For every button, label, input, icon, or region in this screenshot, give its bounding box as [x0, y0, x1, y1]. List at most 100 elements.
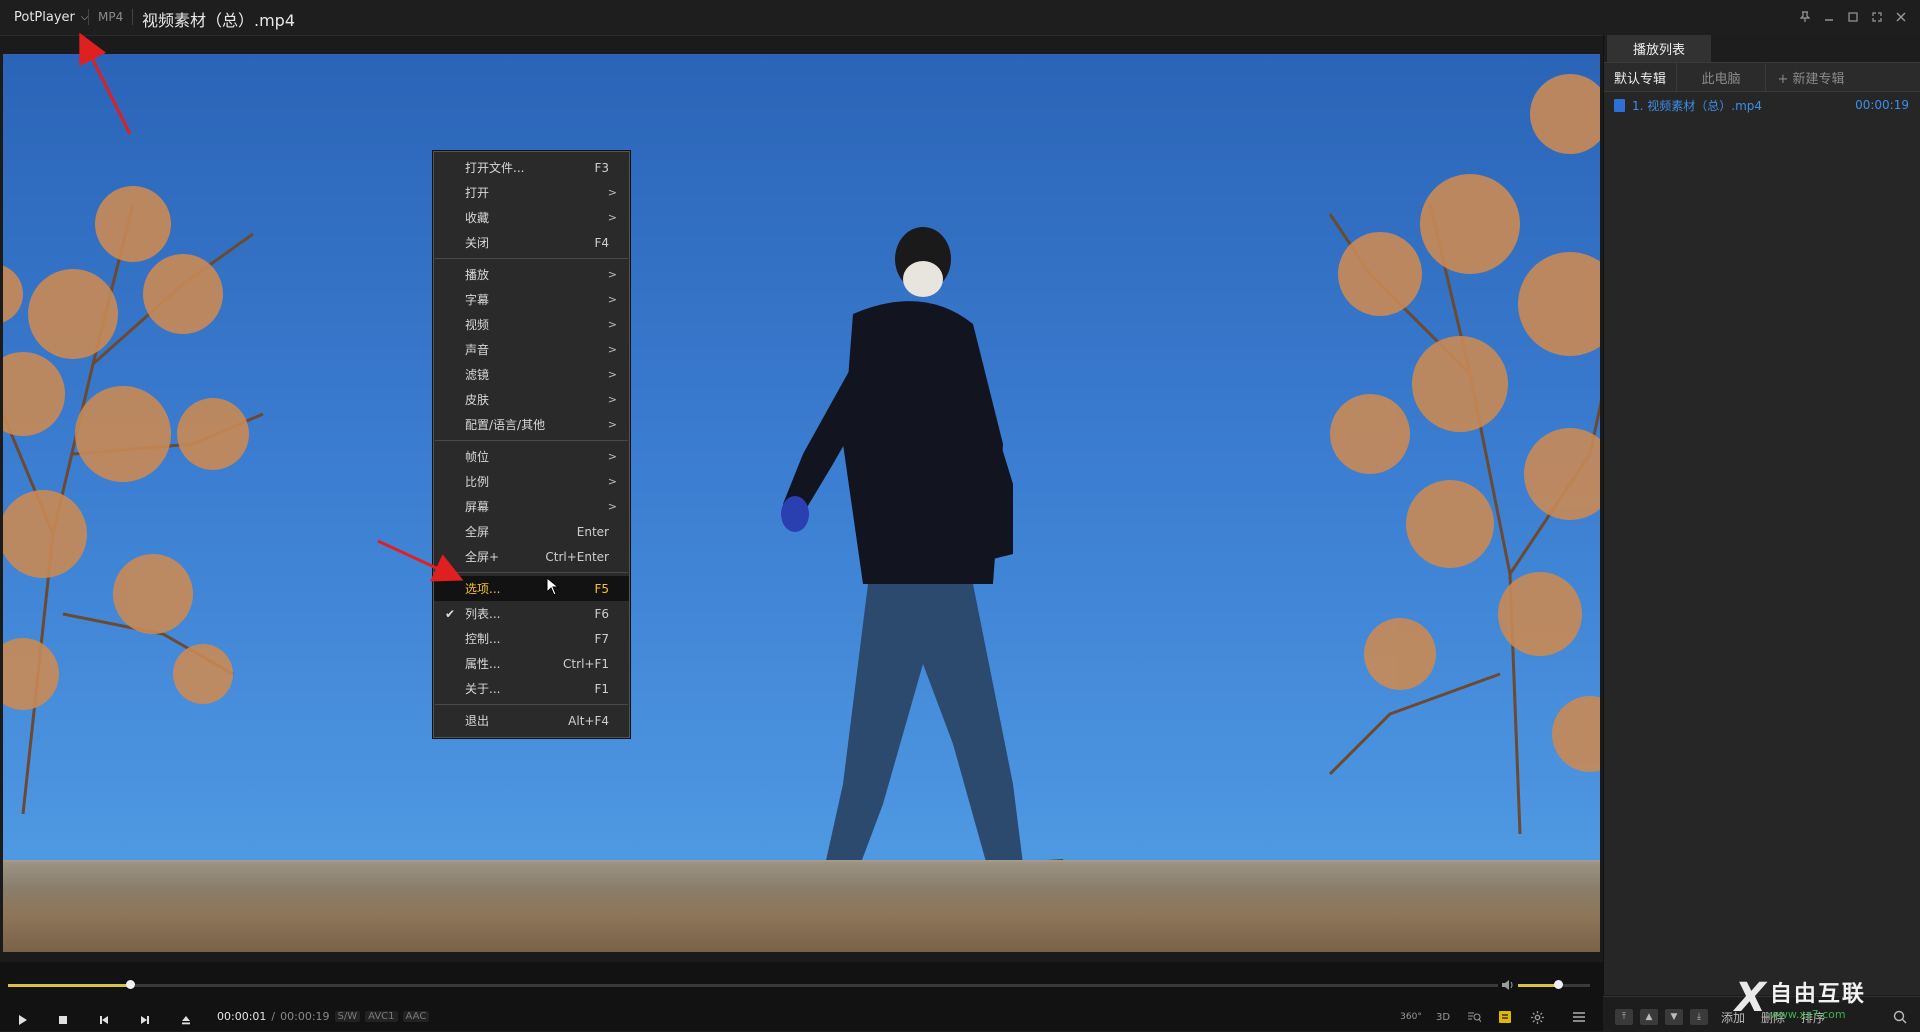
- total-time: 00:00:19: [280, 1010, 330, 1023]
- close-icon[interactable]: [1892, 6, 1910, 28]
- next-icon[interactable]: [136, 1011, 154, 1029]
- search-icon[interactable]: [1893, 1009, 1907, 1028]
- app-name: PotPlayer: [14, 9, 75, 25]
- menu-item[interactable]: 皮肤 >: [434, 387, 629, 412]
- menu-item-shortcut: Alt+F4: [568, 713, 609, 728]
- playlist-item[interactable]: 1. 视频素材（总）.mp4 00:00:19: [1604, 92, 1920, 118]
- menu-item[interactable]: 打开 >: [434, 180, 629, 205]
- menu-item-label: 选项...: [465, 582, 501, 596]
- menu-item-label: 全屏: [465, 525, 490, 539]
- subtitle-icon[interactable]: [1497, 1009, 1513, 1025]
- volume-slider[interactable]: [1518, 980, 1590, 989]
- settings-gear-icon[interactable]: [1528, 1009, 1546, 1025]
- menu-item-label: 屏幕: [465, 500, 490, 514]
- move-down-icon[interactable]: ▼: [1665, 1009, 1683, 1025]
- menu-item[interactable]: 屏幕 >: [434, 494, 629, 519]
- menu-item-label: 收藏: [465, 211, 490, 225]
- menu-item[interactable]: 播放 >: [434, 262, 629, 287]
- seek-handle[interactable]: [126, 980, 136, 989]
- tab-default-album[interactable]: 默认专辑: [1604, 63, 1677, 91]
- window-controls: [1796, 6, 1910, 28]
- volume-handle[interactable]: [1553, 980, 1563, 989]
- menu-item[interactable]: 关闭 F4: [434, 230, 629, 255]
- menu-item[interactable]: ✔ 列表... F6: [434, 601, 629, 626]
- menu-item[interactable]: 选项... F5: [434, 576, 629, 601]
- time-display: 00:00:01 / 00:00:19 S/W AVC1 AAC: [217, 1010, 430, 1023]
- menu-item-label: 皮肤: [465, 393, 490, 407]
- menu-item[interactable]: 滤镜 >: [434, 362, 629, 387]
- menu-item[interactable]: 字幕 >: [434, 287, 629, 312]
- move-up-icon[interactable]: ▲: [1640, 1009, 1658, 1025]
- tree-right-image: [1328, 74, 1600, 834]
- album-tabs: 默认专辑 此电脑 + 新建专辑: [1604, 62, 1920, 92]
- menu-item[interactable]: 关于... F1: [434, 676, 629, 701]
- tab-this-pc[interactable]: 此电脑: [1677, 63, 1766, 91]
- submenu-arrow-icon: >: [607, 293, 617, 306]
- menu-item-shortcut: F7: [594, 631, 609, 646]
- submenu-arrow-icon: >: [607, 211, 617, 224]
- menu-item[interactable]: 视频 >: [434, 312, 629, 337]
- renderer-badge[interactable]: S/W: [334, 1011, 361, 1022]
- stone-wall: [3, 862, 1600, 952]
- volume-level: [1518, 984, 1558, 987]
- context-menu: 打开文件... F3 打开 > 收藏 > 关闭 F4 播放 > 字幕 > 视频 > 声音 > 滤镜 > 皮肤 > 配置/…: [433, 151, 630, 738]
- move-bottom-icon[interactable]: ⤓: [1690, 1009, 1708, 1025]
- eject-icon[interactable]: [177, 1011, 195, 1029]
- menu-item[interactable]: 打开文件... F3: [434, 155, 629, 180]
- menu-item[interactable]: 收藏 >: [434, 205, 629, 230]
- menu-item-shortcut: F6: [594, 606, 609, 621]
- vr-360-button[interactable]: 360°: [1400, 1009, 1422, 1025]
- watermark-logo: X 自由互联 www.xz7.com: [1735, 975, 1866, 1021]
- tab-playlist[interactable]: 播放列表: [1607, 35, 1711, 62]
- menu-item-label: 比例: [465, 475, 490, 489]
- walking-person-image: [781, 227, 1068, 904]
- menu-item-label: 全屏+: [465, 550, 500, 564]
- submenu-arrow-icon: >: [607, 393, 617, 406]
- new-album-button[interactable]: + 新建专辑: [1766, 63, 1856, 91]
- watermark-x-icon: X: [1735, 975, 1766, 1021]
- menu-item[interactable]: 配置/语言/其他 >: [434, 412, 629, 437]
- window-title: 视频素材（总）.mp4: [142, 11, 296, 30]
- menu-item-label: 配置/语言/其他: [465, 418, 546, 432]
- minimize-icon[interactable]: [1820, 6, 1838, 28]
- volume-icon[interactable]: [1500, 978, 1516, 992]
- seek-progress: [8, 984, 131, 987]
- zoom-search-icon[interactable]: [1464, 1009, 1484, 1025]
- checkmark-icon: ✔: [445, 606, 456, 621]
- menu-item-shortcut: F3: [594, 160, 609, 175]
- move-top-icon[interactable]: ⤒: [1615, 1009, 1633, 1025]
- divider: [132, 9, 133, 25]
- menu-item[interactable]: 帧位 >: [434, 444, 629, 469]
- format-label: MP4: [98, 10, 124, 24]
- menu-item[interactable]: 属性... Ctrl+F1: [434, 651, 629, 676]
- time-separator: /: [271, 1010, 276, 1023]
- current-time: 00:00:01: [217, 1010, 267, 1023]
- play-icon[interactable]: [14, 1011, 32, 1029]
- pin-icon[interactable]: [1796, 6, 1814, 28]
- menu-item-label: 退出: [465, 714, 490, 728]
- menu-item[interactable]: 退出 Alt+F4: [434, 708, 629, 733]
- maximize-icon[interactable]: [1844, 6, 1862, 28]
- menu-item-shortcut: Ctrl+Enter: [545, 549, 609, 564]
- video-codec-badge[interactable]: AVC1: [365, 1011, 398, 1022]
- video-frame[interactable]: [3, 54, 1600, 952]
- menu-item-shortcut: Ctrl+F1: [563, 656, 609, 671]
- stop-icon[interactable]: [54, 1011, 72, 1029]
- menu-item[interactable]: 控制... F7: [434, 626, 629, 651]
- menu-item[interactable]: 全屏 Enter: [434, 519, 629, 544]
- menu-item-shortcut: F5: [594, 581, 609, 596]
- previous-icon[interactable]: [95, 1011, 113, 1029]
- menu-item[interactable]: 声音 >: [434, 337, 629, 362]
- menu-item-shortcut: F1: [594, 681, 609, 696]
- 3d-button[interactable]: 3D: [1432, 1009, 1454, 1025]
- app-menu-button[interactable]: PotPlayer ⌵: [8, 6, 94, 28]
- menu-item[interactable]: 全屏+ Ctrl+Enter: [434, 544, 629, 569]
- submenu-arrow-icon: >: [607, 186, 617, 199]
- menu-item-label: 关于...: [465, 682, 501, 696]
- seek-bar[interactable]: [8, 980, 1498, 989]
- menu-icon[interactable]: [1570, 1009, 1588, 1025]
- audio-codec-badge[interactable]: AAC: [402, 1011, 430, 1022]
- watermark-url: www.xz7.com: [1769, 1007, 1846, 1021]
- menu-item[interactable]: 比例 >: [434, 469, 629, 494]
- fullscreen-icon[interactable]: [1868, 6, 1886, 28]
